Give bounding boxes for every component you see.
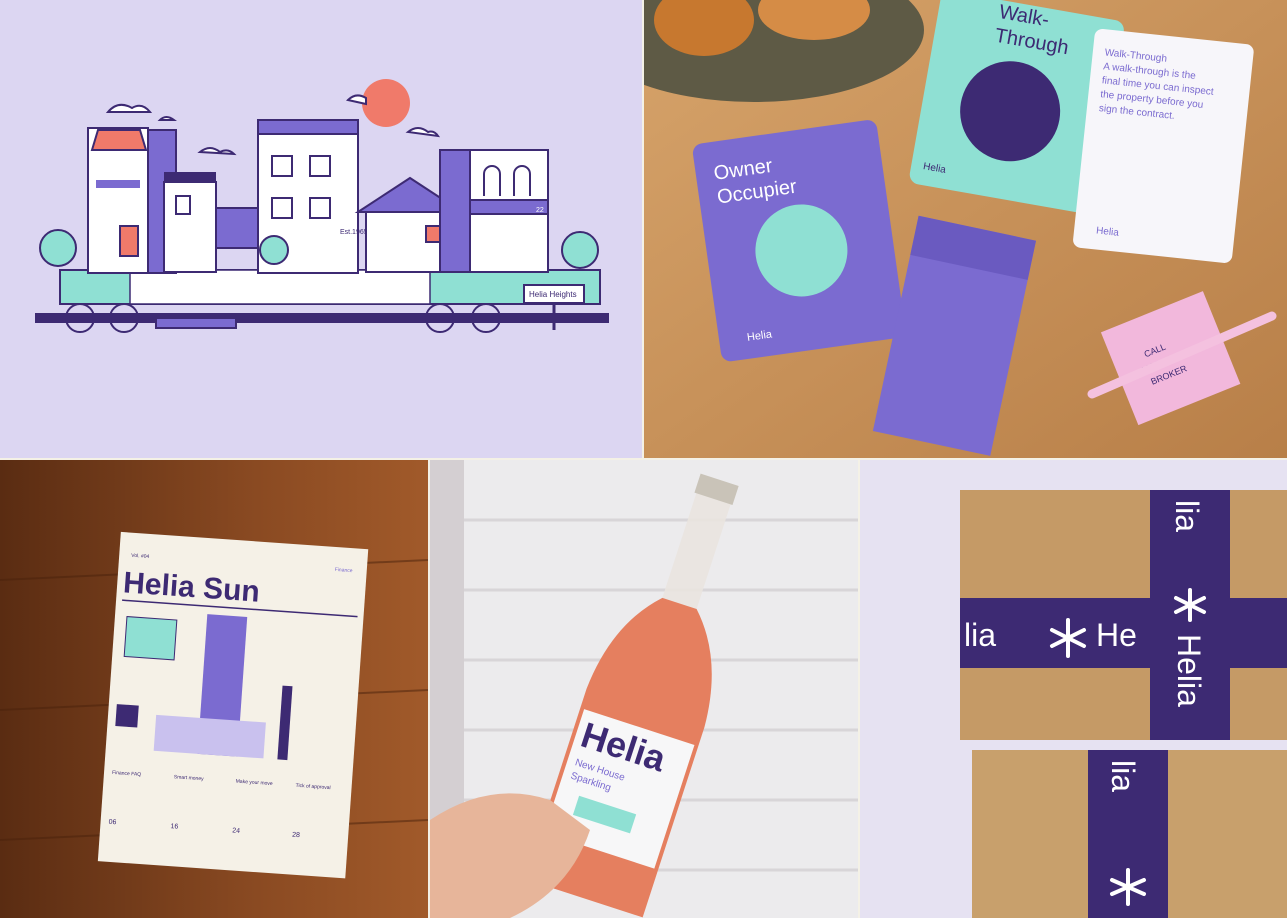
info-card: Walk-Through A walk-through is the final… (1073, 28, 1254, 263)
tape-vertical-text-1: Helia (1171, 634, 1207, 707)
est-label: Est.1965 (340, 229, 368, 236)
newspaper-panel: Vol. #04 Finance Helia Sun Finance FAQ S… (0, 460, 428, 918)
boxes-scene: lia He Helia lia lia (860, 460, 1287, 918)
column-3-page: 24 (232, 827, 240, 835)
tape-vertical-text-top: lia (1169, 500, 1205, 532)
house-number: 22 (536, 207, 544, 214)
cards-scene: Owner Occupier Helia Walk- Through Helia… (644, 0, 1287, 458)
tape-text-1: lia (964, 617, 996, 653)
bottle-panel: Helia New House Sparkling (430, 460, 858, 918)
cards-photo-panel: Owner Occupier Helia Walk- Through Helia… (644, 0, 1287, 458)
sun-shape (362, 79, 410, 127)
illustration-panel: Est.1965 22 Helia Heights (0, 0, 642, 458)
bench-shape (155, 317, 237, 329)
owner-occupier-card: Owner Occupier Helia (692, 120, 906, 362)
street-sign-label: Helia Heights (529, 290, 577, 299)
newspaper-section: Finance (335, 567, 353, 574)
newspaper-issue: Vol. #04 (131, 553, 150, 560)
column-1-page: 06 (108, 819, 116, 827)
column-2-page: 16 (170, 823, 178, 831)
tape-text-2: He (1096, 617, 1137, 653)
bottle-scene: Helia New House Sparkling (430, 460, 858, 918)
tape-vertical-text-2: lia (1105, 760, 1141, 792)
newspaper-scene: Vol. #04 Finance Helia Sun Finance FAQ S… (0, 460, 428, 918)
boxes-panel: lia He Helia lia lia (860, 460, 1287, 918)
newspaper: Vol. #04 Finance Helia Sun Finance FAQ S… (97, 531, 369, 879)
city-illustration: Est.1965 22 Helia Heights (35, 79, 609, 333)
column-4-page: 28 (292, 832, 300, 840)
